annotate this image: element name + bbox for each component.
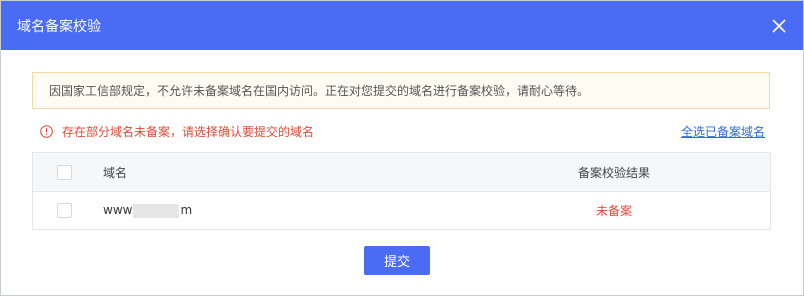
column-header-result: 备案校验结果: [577, 165, 650, 180]
column-header-domain: 域名: [103, 165, 128, 180]
row-checkbox[interactable]: [57, 203, 72, 218]
warning-message: 存在部分域名未备案，请选择确认要提交的域名: [40, 123, 314, 140]
warning-row: 存在部分域名未备案，请选择确认要提交的域名 全选已备案域名: [40, 122, 765, 140]
domain-table: 域名 备案校验结果 www m 未备案: [32, 152, 771, 230]
warning-text: 存在部分域名未备案，请选择确认要提交的域名: [62, 124, 315, 139]
domain-suffix: m: [180, 203, 193, 218]
close-icon[interactable]: [769, 16, 789, 36]
masked-domain-redaction: [133, 203, 180, 218]
domain-prefix: www: [103, 203, 133, 218]
notice-text: 因国家工信部规定，不允许未备案域名在国内访问。正在对您提交的域名进行备案校验，请…: [49, 84, 590, 98]
select-all-checkbox[interactable]: [57, 164, 72, 180]
dialog-title: 域名备案校验: [17, 18, 101, 35]
dialog-header: 域名备案校验: [1, 1, 803, 50]
domain-filing-check-dialog: 域名备案校验 因国家工信部规定，不允许未备案域名在国内访问。正在对您提交的域名进…: [0, 0, 804, 296]
result-cell: 未备案: [595, 204, 632, 218]
table-header: 域名 备案校验结果: [33, 153, 770, 192]
domain-cell: www m: [103, 203, 463, 218]
select-all-filed-link[interactable]: 全选已备案域名: [681, 123, 765, 140]
alert-circle-icon: [40, 124, 53, 138]
submit-button[interactable]: 提交: [364, 246, 430, 275]
table-row: www m 未备案: [33, 192, 770, 229]
notice-banner: 因国家工信部规定，不允许未备案域名在国内访问。正在对您提交的域名进行备案校验，请…: [32, 72, 770, 109]
